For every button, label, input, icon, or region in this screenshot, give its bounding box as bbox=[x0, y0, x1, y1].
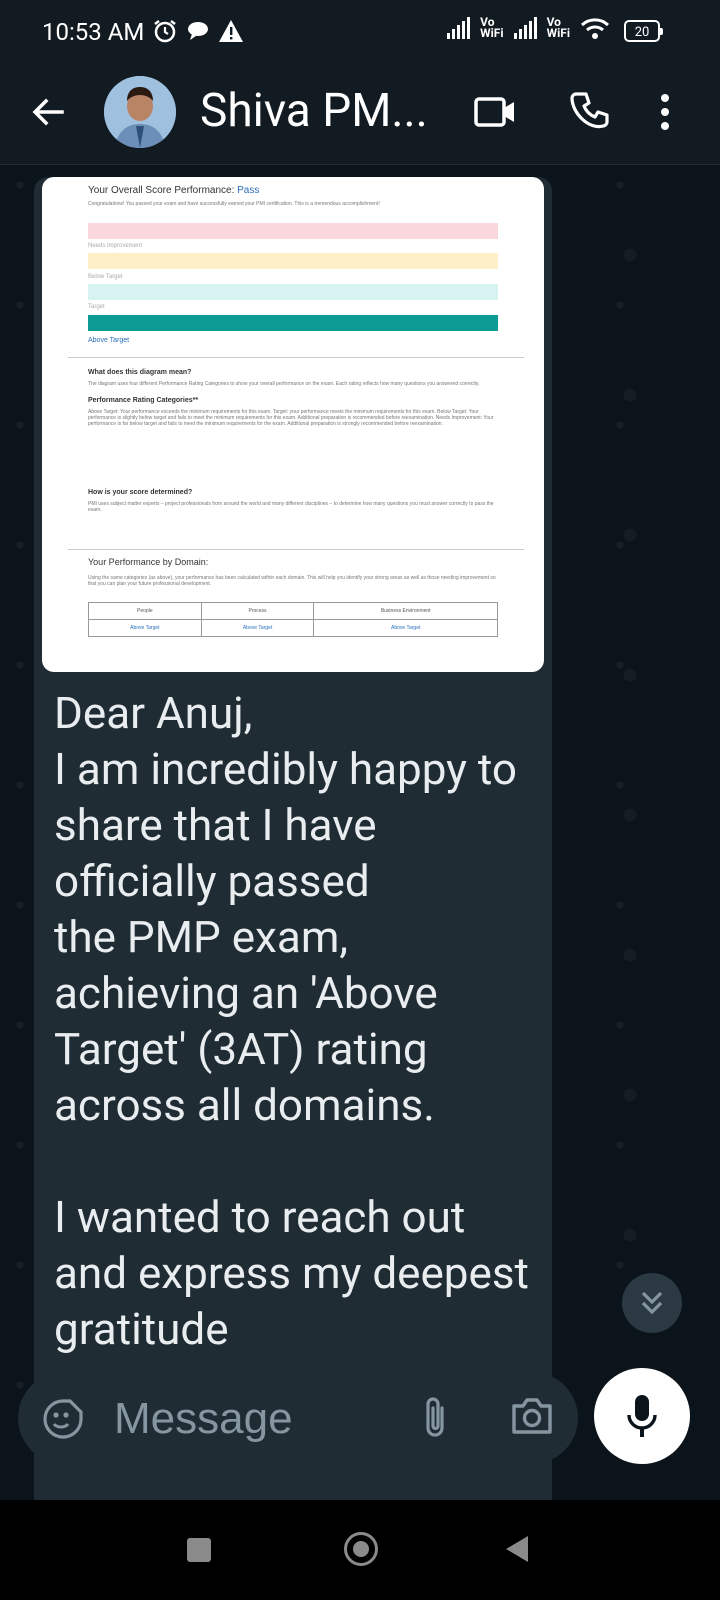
mic-icon bbox=[627, 1395, 657, 1437]
phone-icon[interactable] bbox=[570, 90, 612, 132]
table-cell: Above Target bbox=[200, 619, 315, 637]
alarm-icon bbox=[154, 20, 176, 43]
congrats-text: Congratulations! You passed your exam an… bbox=[88, 201, 380, 207]
home-icon[interactable] bbox=[344, 1532, 378, 1566]
contact-name[interactable]: Shiva PM... bbox=[200, 84, 428, 138]
status-bar: 10:53 AM Vo WiFi Vo WiFi 20 bbox=[0, 0, 720, 70]
bar-label: Target bbox=[88, 304, 105, 310]
determined-heading: How is your score determined? bbox=[88, 489, 193, 496]
bar-label: Above Target bbox=[88, 337, 130, 344]
more-vert-icon[interactable] bbox=[660, 92, 670, 132]
chat-header: Shiva PM... bbox=[0, 70, 720, 165]
image-attachment[interactable]: Your Overall Score Performance: Pass Con… bbox=[42, 177, 544, 672]
chat-area[interactable]: Your Overall Score Performance: Pass Con… bbox=[0, 165, 720, 1500]
scroll-to-bottom-button[interactable] bbox=[622, 1273, 682, 1333]
vowifi-label: Vo WiFi bbox=[546, 15, 570, 40]
bar-needs-improvement bbox=[88, 223, 498, 239]
diagram-heading: What does this diagram mean? bbox=[88, 369, 192, 376]
table-header: People bbox=[88, 602, 202, 620]
bar-above-target bbox=[88, 315, 498, 331]
wifi-icon bbox=[580, 18, 610, 39]
back-arrow-icon[interactable] bbox=[28, 92, 68, 132]
voice-record-button[interactable] bbox=[594, 1368, 690, 1464]
signal-icon bbox=[513, 17, 537, 39]
battery-indicator: 20 bbox=[624, 20, 663, 42]
message-input-bar bbox=[18, 1372, 578, 1464]
status-icons-left bbox=[152, 18, 244, 44]
attach-icon[interactable] bbox=[420, 1394, 450, 1440]
message-bubble[interactable]: Your Overall Score Performance: Pass Con… bbox=[34, 177, 552, 1500]
score-result: Pass bbox=[237, 185, 260, 196]
video-call-icon[interactable] bbox=[474, 96, 516, 128]
avatar[interactable] bbox=[104, 76, 176, 148]
bar-label: Needs Improvement bbox=[88, 243, 143, 249]
diagram-text: The diagram uses four different Performa… bbox=[88, 381, 480, 387]
divider bbox=[68, 549, 524, 550]
status-time: 10:53 AM bbox=[42, 18, 145, 46]
table-row: People Process Business Environment bbox=[88, 602, 498, 620]
bar-label: Below Target bbox=[88, 274, 123, 280]
determined-text: PMI uses subject matter experts – projec… bbox=[88, 501, 494, 513]
warning-icon bbox=[219, 20, 243, 42]
score-title-text: Your Overall Score Performance: bbox=[88, 185, 238, 196]
domain-table: People Process Business Environment Abov… bbox=[88, 602, 498, 637]
message-input[interactable] bbox=[112, 1392, 376, 1446]
avatar-photo bbox=[104, 76, 176, 148]
sticker-icon[interactable] bbox=[42, 1398, 84, 1440]
domain-text: Using the same categories (as above), yo… bbox=[88, 575, 496, 587]
camera-icon[interactable] bbox=[510, 1396, 554, 1436]
table-cell: Above Target bbox=[88, 619, 202, 637]
bar-target bbox=[88, 284, 498, 300]
recents-icon[interactable] bbox=[187, 1538, 211, 1562]
back-icon[interactable] bbox=[506, 1536, 528, 1562]
message-text: Dear Anuj, I am incredibly happy to shar… bbox=[54, 687, 529, 1355]
bar-below-target bbox=[88, 253, 498, 269]
chat-notification-icon bbox=[188, 22, 208, 40]
categories-text: Above Target: Your performance exceeds t… bbox=[88, 409, 494, 427]
categories-heading: Performance Rating Categories** bbox=[88, 397, 199, 404]
status-icons-right: Vo WiFi Vo WiFi bbox=[447, 16, 610, 40]
vowifi-label: Vo WiFi bbox=[480, 15, 504, 40]
score-title: Your Overall Score Performance: Pass bbox=[88, 185, 259, 196]
divider bbox=[68, 357, 524, 358]
domain-heading: Your Performance by Domain: bbox=[88, 557, 209, 567]
double-chevron-down-icon bbox=[641, 1291, 663, 1315]
table-cell: Above Target bbox=[313, 619, 498, 637]
signal-icon bbox=[447, 17, 471, 39]
table-header: Process bbox=[200, 602, 315, 620]
system-nav-bar bbox=[0, 1500, 720, 1600]
table-header: Business Environment bbox=[313, 602, 498, 620]
table-row: Above Target Above Target Above Target bbox=[88, 619, 498, 637]
